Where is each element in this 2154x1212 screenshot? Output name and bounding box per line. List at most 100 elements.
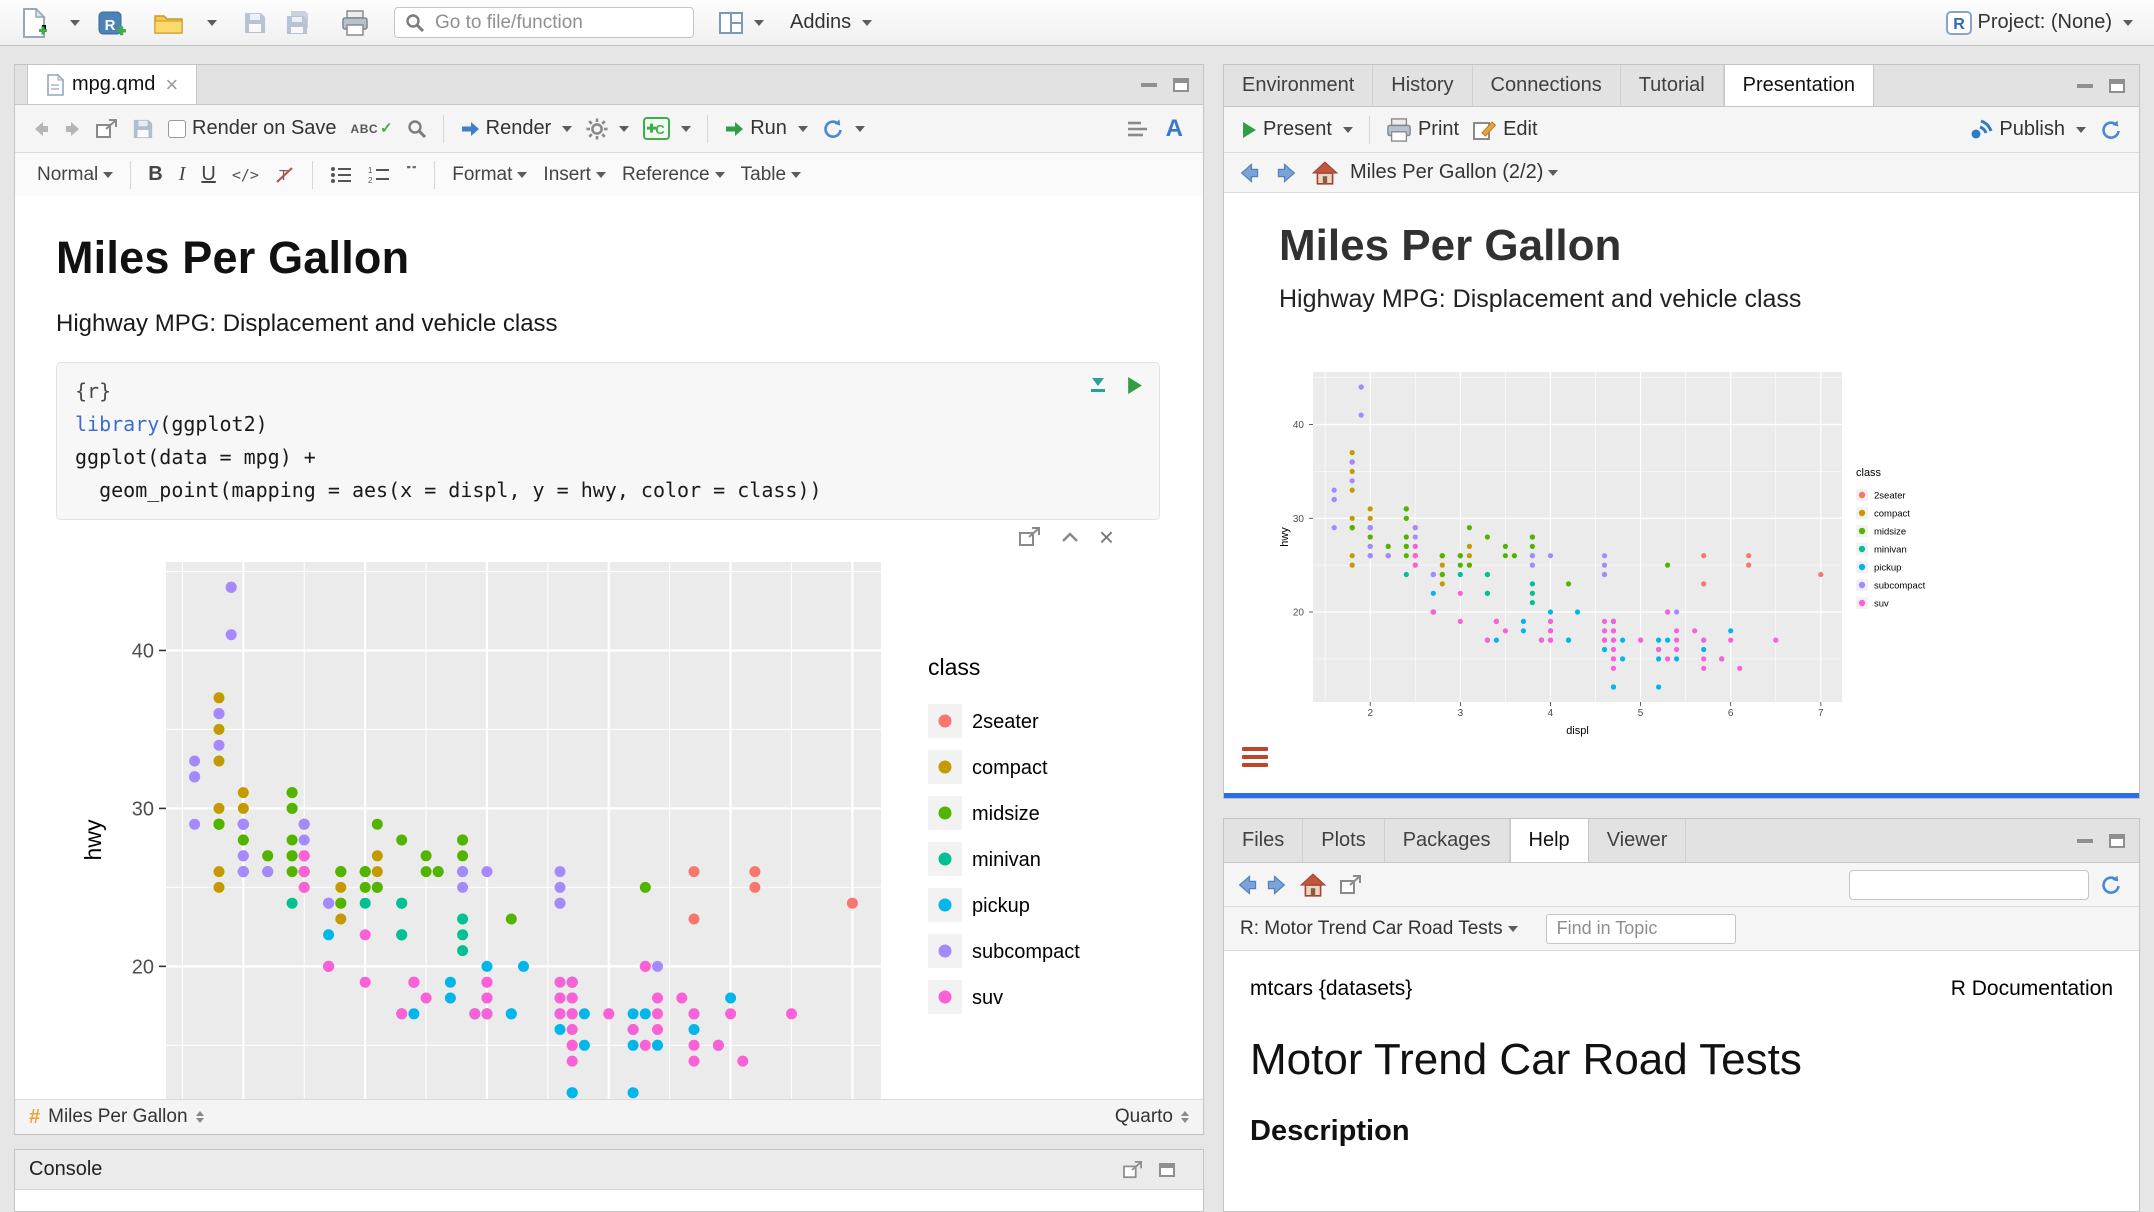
save-all-button[interactable]: [278, 6, 320, 40]
format-menu[interactable]: Format: [444, 161, 535, 189]
insert-menu[interactable]: Insert: [535, 161, 614, 189]
slide-selector[interactable]: Miles Per Gallon (2/2): [1350, 161, 1558, 184]
svg-text:30: 30: [1293, 514, 1305, 525]
render-on-save-checkbox[interactable]: Render on Save: [161, 113, 344, 144]
doc-type-selector[interactable]: Quarto: [1115, 1106, 1173, 1128]
open-recent-dropdown[interactable]: [195, 16, 224, 30]
svg-text:30: 30: [132, 799, 154, 821]
back-button[interactable]: [25, 116, 57, 142]
minimize-icon[interactable]: [2077, 839, 2093, 843]
find-in-topic-input[interactable]: [1546, 914, 1736, 944]
goto-file-input[interactable]: [433, 11, 683, 35]
run-chunks-above-icon[interactable]: [1088, 375, 1108, 395]
code-chunk[interactable]: {r} library(ggplot2) ggplot(data = mpg) …: [56, 362, 1160, 520]
pane-splitter[interactable]: [1224, 793, 2139, 798]
checkbox-icon[interactable]: [168, 120, 186, 138]
code-format-button[interactable]: </>: [224, 163, 267, 187]
source-status-bar: # Miles Per Gallon Quarto: [15, 1099, 1203, 1134]
tab-tutorial[interactable]: Tutorial: [1621, 65, 1724, 106]
open-file-button[interactable]: [147, 7, 191, 39]
tab-history[interactable]: History: [1373, 65, 1472, 106]
close-output-icon[interactable]: ×: [1099, 524, 1114, 550]
help-back-icon[interactable]: [1234, 874, 1260, 896]
chunk-options-button[interactable]: [579, 114, 636, 144]
pane-layout-button[interactable]: [712, 8, 771, 38]
help-search-input[interactable]: [1868, 873, 2104, 896]
reference-menu[interactable]: Reference: [614, 161, 733, 189]
new-project-button[interactable]: R: [91, 5, 133, 41]
popout-icon[interactable]: [1123, 1161, 1143, 1179]
minimize-icon[interactable]: [2077, 84, 2093, 88]
numbered-list-button[interactable]: 1 2: [360, 163, 398, 187]
updown-icon[interactable]: [196, 1111, 204, 1123]
clear-format-button[interactable]: T: [267, 162, 303, 187]
new-file-dropdown[interactable]: [58, 16, 87, 30]
tab-mpg-qmd[interactable]: mpg.qmd ×: [27, 65, 197, 104]
underline-button[interactable]: U: [193, 160, 223, 189]
publish-button[interactable]: Publish: [1962, 114, 2093, 145]
help-home-icon[interactable]: [1300, 873, 1326, 897]
outline-toggle-button[interactable]: [1120, 116, 1156, 142]
project-menu[interactable]: R Project: (None): [1939, 7, 2141, 39]
render-button[interactable]: Render: [453, 113, 580, 144]
nav-forward-icon[interactable]: [1274, 162, 1300, 184]
save-button[interactable]: [236, 7, 274, 39]
table-menu-label: Table: [741, 164, 786, 186]
close-icon[interactable]: ×: [165, 74, 178, 96]
tab-environment[interactable]: Environment: [1224, 65, 1373, 106]
tab-presentation[interactable]: Presentation: [1724, 65, 1874, 106]
svg-text:3: 3: [1458, 708, 1464, 719]
slide-menu-button[interactable]: [1242, 743, 1268, 771]
help-forward-icon[interactable]: [1264, 874, 1290, 896]
refresh-help-button[interactable]: [2093, 870, 2129, 900]
popout-output-icon[interactable]: [1019, 527, 1041, 547]
nav-back-icon[interactable]: [1236, 162, 1262, 184]
popout-button[interactable]: [89, 115, 125, 143]
save-doc-button[interactable]: [125, 114, 161, 144]
paragraph-style-select[interactable]: Normal: [29, 161, 121, 189]
new-file-button[interactable]: [14, 4, 54, 42]
minimize-icon[interactable]: [1141, 83, 1157, 87]
tab-help[interactable]: Help: [1510, 819, 1589, 862]
print-button[interactable]: [334, 6, 376, 40]
outline-section-selector[interactable]: Miles Per Gallon: [48, 1106, 187, 1128]
tab-connections[interactable]: Connections: [1473, 65, 1621, 106]
console-header[interactable]: Console: [15, 1150, 1203, 1190]
bullet-list-button[interactable]: [322, 163, 360, 187]
home-icon[interactable]: [1312, 161, 1338, 185]
forward-button[interactable]: [57, 116, 89, 142]
new-project-icon: R: [98, 9, 126, 37]
reference-menu-label: Reference: [622, 164, 710, 186]
edit-presentation-button[interactable]: Edit: [1466, 114, 1544, 145]
visual-editor-toggle[interactable]: A: [1156, 113, 1193, 145]
maximize-icon[interactable]: [2109, 79, 2125, 93]
popout-help-icon[interactable]: [1340, 875, 1362, 895]
tab-files[interactable]: Files: [1224, 819, 1303, 862]
print-presentation-button[interactable]: Print: [1379, 114, 1466, 146]
topic-selector[interactable]: R: Motor Trend Car Road Tests: [1240, 918, 1518, 940]
present-button[interactable]: Present: [1234, 114, 1360, 145]
run-chunk-icon[interactable]: [1126, 376, 1143, 395]
collapse-output-icon[interactable]: [1061, 532, 1079, 543]
run-button[interactable]: Run: [717, 113, 815, 144]
tab-plots[interactable]: Plots: [1303, 819, 1384, 862]
tab-packages[interactable]: Packages: [1385, 819, 1510, 862]
run-label: Run: [750, 117, 787, 140]
updown-icon[interactable]: [1181, 1111, 1189, 1123]
spellcheck-button[interactable]: ABC✓: [344, 117, 400, 140]
refresh-presentation-button[interactable]: [2093, 115, 2129, 145]
find-replace-button[interactable]: [400, 115, 434, 143]
tab-viewer[interactable]: Viewer: [1589, 819, 1687, 862]
blockquote-button[interactable]: “: [398, 163, 425, 187]
console-body[interactable]: [15, 1190, 1203, 1211]
maximize-icon[interactable]: [1173, 78, 1189, 92]
table-menu[interactable]: Table: [733, 161, 809, 189]
bold-button[interactable]: B: [140, 160, 170, 189]
rerun-button[interactable]: [815, 114, 872, 144]
addins-menu[interactable]: Addins: [783, 7, 879, 38]
maximize-icon[interactable]: [1159, 1163, 1175, 1177]
italic-button[interactable]: I: [171, 160, 194, 189]
maximize-icon[interactable]: [2109, 834, 2125, 848]
insert-chunk-button[interactable]: C: [636, 112, 698, 145]
document-editor[interactable]: Miles Per Gallon Highway MPG: Displaceme…: [15, 196, 1203, 1099]
